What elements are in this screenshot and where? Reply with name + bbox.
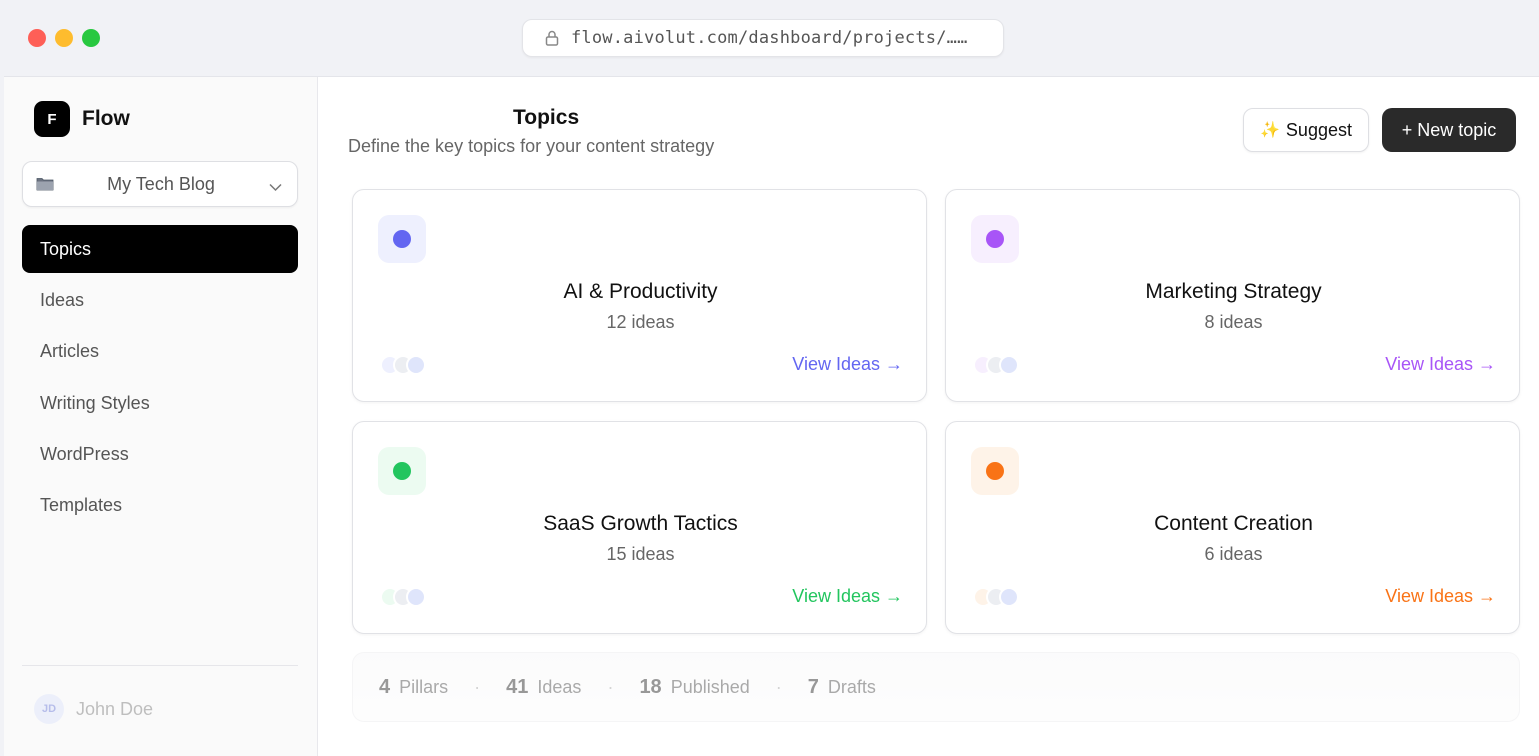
sidebar-item-templates[interactable]: Templates <box>22 482 298 530</box>
view-ideas-link[interactable]: View Ideas → <box>1385 354 1496 375</box>
topic-idea-count: 15 ideas <box>606 544 675 564</box>
minimize-window-button[interactable] <box>55 29 73 47</box>
topic-dot-icon <box>971 215 1019 263</box>
stats-bar: 4 Pillars · 41 Ideas · 18 Published · 7 … <box>352 652 1520 722</box>
topic-card[interactable]: SaaS Growth Tactics 15 ideas View Ideas … <box>352 421 927 634</box>
contributor-avatars <box>380 355 440 375</box>
contributor-avatars <box>973 587 1033 607</box>
stat-separator: · <box>474 676 481 697</box>
topic-card[interactable]: AI & Productivity 12 ideas View Ideas → <box>352 189 927 402</box>
stat-value: 7 <box>807 675 819 698</box>
main-content: Topics Define the key topics for your co… <box>318 77 1539 756</box>
sidebar-divider <box>22 665 298 666</box>
topic-dot-icon <box>971 447 1019 495</box>
stat-label: Pillars <box>399 676 449 697</box>
contributor-avatars <box>973 355 1033 375</box>
lock-icon <box>545 30 559 46</box>
stat-value: 4 <box>379 675 391 698</box>
sidebar-nav: Topics Ideas Articles Writing Styles Wor… <box>22 225 298 533</box>
topic-idea-count: 12 ideas <box>606 312 675 332</box>
browser-window: flow.aivolut.com/dashboard/projects/…… F… <box>4 0 1539 756</box>
sidebar-item-articles[interactable]: Articles <box>22 328 298 376</box>
topic-card[interactable]: Content Creation 6 ideas View Ideas → <box>945 421 1520 634</box>
user-profile[interactable]: JD John Doe <box>34 694 153 724</box>
stat-label: Published <box>670 676 750 697</box>
address-bar[interactable]: flow.aivolut.com/dashboard/projects/…… <box>522 19 1004 57</box>
sidebar-item-ideas[interactable]: Ideas <box>22 276 298 324</box>
suggest-label: Suggest <box>1285 119 1352 140</box>
browser-titlebar: flow.aivolut.com/dashboard/projects/…… <box>4 0 1539 77</box>
topic-title: Marketing Strategy <box>1145 280 1322 303</box>
brand-name: Flow <box>82 107 130 130</box>
topic-card[interactable]: Marketing Strategy 8 ideas View Ideas → <box>945 189 1520 402</box>
topic-idea-count: 6 ideas <box>1204 544 1263 564</box>
topic-title: AI & Productivity <box>563 280 718 303</box>
stat-pillars: 4 Pillars <box>379 676 448 699</box>
stat-value: 41 <box>506 675 529 698</box>
topic-title: Content Creation <box>1154 512 1313 535</box>
sidebar-item-writing-styles[interactable]: Writing Styles <box>22 379 298 427</box>
avatar: JD <box>34 694 64 724</box>
url-text: flow.aivolut.com/dashboard/projects/…… <box>571 28 968 48</box>
chevron-down-icon <box>269 179 282 197</box>
stat-separator: · <box>607 676 614 697</box>
project-name: My Tech Blog <box>107 173 215 194</box>
view-ideas-link[interactable]: View Ideas → <box>792 354 903 375</box>
stat-value: 18 <box>639 675 662 698</box>
topic-dot-icon <box>378 447 426 495</box>
sidebar-item-wordpress[interactable]: WordPress <box>22 431 298 479</box>
stat-ideas: 41 Ideas <box>506 676 581 699</box>
stat-label: Drafts <box>827 676 876 697</box>
stat-separator: · <box>775 676 782 697</box>
maximize-window-button[interactable] <box>82 29 100 47</box>
view-ideas-link[interactable]: View Ideas → <box>1385 586 1496 607</box>
stat-drafts: 7 Drafts <box>808 676 876 699</box>
topic-dot-icon <box>378 215 426 263</box>
page-subtitle: Define the key topics for your content s… <box>348 136 715 156</box>
contributor-avatars <box>380 587 440 607</box>
suggest-button[interactable]: ✨ Suggest <box>1243 108 1369 152</box>
project-selector[interactable]: My Tech Blog <box>22 161 298 207</box>
topic-title: SaaS Growth Tactics <box>543 512 738 535</box>
new-topic-button[interactable]: + New topic <box>1382 108 1516 152</box>
view-ideas-link[interactable]: View Ideas → <box>792 586 903 607</box>
page-title: Topics <box>513 106 580 129</box>
stat-label: Ideas <box>537 676 582 697</box>
stat-published: 18 Published <box>639 676 749 699</box>
user-name: John Doe <box>76 698 154 719</box>
brand-logo: F <box>34 101 70 137</box>
sparkle-icon: ✨ <box>1260 122 1280 139</box>
brand[interactable]: F Flow <box>34 101 130 137</box>
sidebar: F Flow My Tech Blog Topics Ideas Article… <box>4 77 318 756</box>
close-window-button[interactable] <box>28 29 46 47</box>
sidebar-item-topics[interactable]: Topics <box>22 225 298 273</box>
topic-idea-count: 8 ideas <box>1204 312 1263 332</box>
